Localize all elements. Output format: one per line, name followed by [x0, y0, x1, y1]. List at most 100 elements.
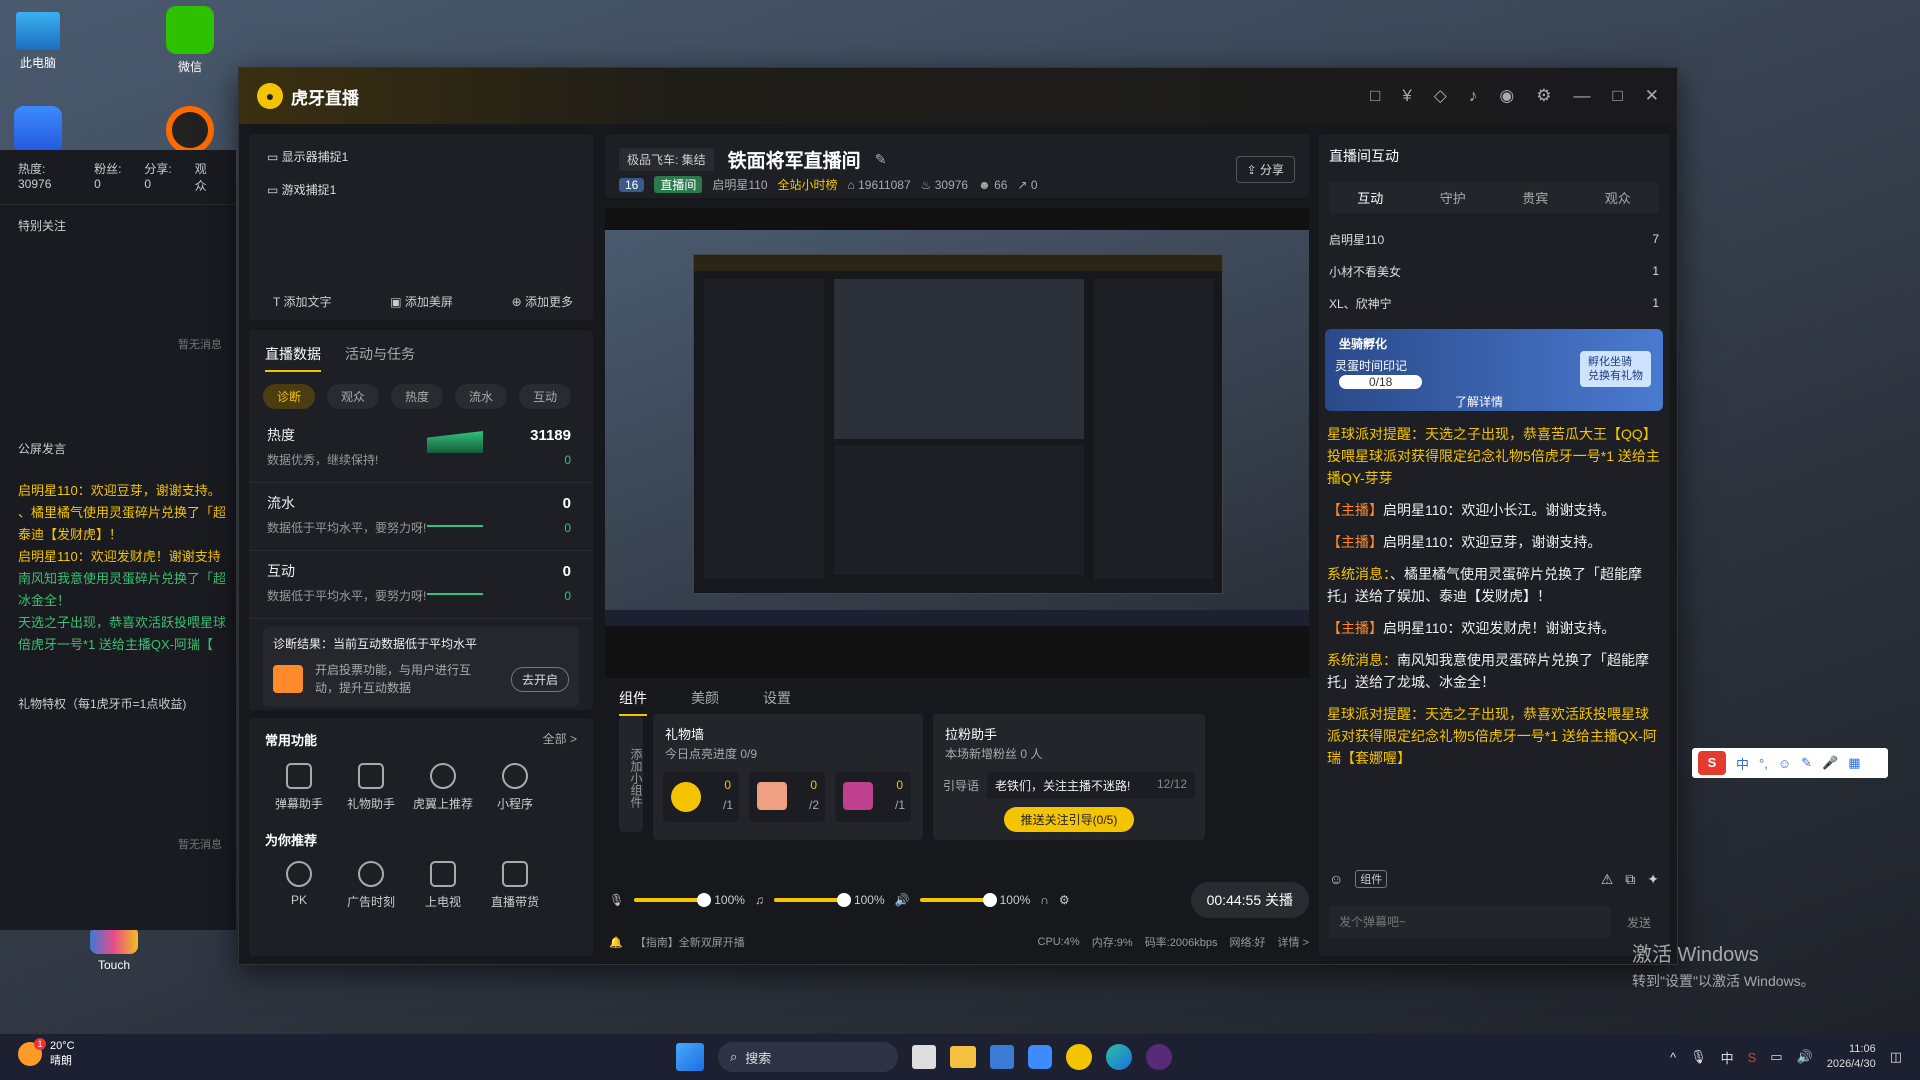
danmu-input[interactable] [1329, 906, 1611, 938]
ime-handwrite-button[interactable]: ✎ [1801, 755, 1812, 771]
bell-icon[interactable]: ♪ [1469, 86, 1478, 106]
ime-mode-button[interactable]: 中 [1736, 754, 1749, 773]
pk-button[interactable]: PK [263, 861, 335, 910]
tab-components[interactable]: 组件 [619, 688, 647, 716]
mount-hatch-banner[interactable]: 坐骑孵化 灵蛋时间印记 0/18 孵化坐骑 兑换有礼物 了解详情 [1325, 329, 1663, 411]
gift-helper-button[interactable]: 礼物助手 [335, 763, 407, 812]
notification-icon[interactable]: ◫ [1890, 1049, 1902, 1065]
danmu-helper-button[interactable]: 弹幕助手 [263, 763, 335, 812]
tv-button[interactable]: 上电视 [407, 861, 479, 910]
tab-interact[interactable]: 互动 [1357, 188, 1383, 207]
add-more-button[interactable]: ⊕ 添加更多 [512, 293, 573, 310]
recommend-button[interactable]: 虎翼上推荐 [407, 763, 479, 812]
tab-live-data[interactable]: 直播数据 [265, 344, 321, 372]
touch-taskbar-icon[interactable] [1146, 1044, 1172, 1070]
close-button[interactable]: ✕ [1645, 86, 1659, 106]
warning-icon[interactable]: ⚠ [1601, 871, 1614, 888]
edit-title-icon[interactable]: ✎ [875, 151, 887, 168]
music-icon[interactable]: ♫ [755, 893, 764, 907]
tray-volume-icon[interactable]: 🔊 [1797, 1049, 1813, 1065]
ad-time-button[interactable]: 广告时刻 [335, 861, 407, 910]
coin-icon[interactable]: ¥ [1402, 86, 1411, 106]
tray-sogou-icon[interactable]: S [1748, 1050, 1757, 1065]
gift-slot[interactable]: 0 /1 [835, 772, 911, 822]
pill-audience[interactable]: 观众 [327, 384, 380, 409]
stop-live-button[interactable]: 00:44:55 关播 [1190, 882, 1309, 918]
gift-slot[interactable]: 0 /1 [663, 772, 739, 822]
pill-interaction[interactable]: 互动 [519, 384, 572, 409]
music-volume-slider[interactable] [773, 893, 851, 907]
edge-icon[interactable] [1106, 1044, 1132, 1070]
minimize-button[interactable]: — [1573, 86, 1590, 106]
source-item[interactable]: ▭ 显示器捕捉1 [267, 148, 575, 165]
tray-ime-icon[interactable]: 中 [1721, 1048, 1734, 1067]
diagnosis-title: 诊断结果：当前互动数据低于平均水平 [273, 637, 478, 651]
settings-gear-icon[interactable]: ⚙ [1536, 86, 1551, 106]
enable-vote-button[interactable]: 去开启 [510, 667, 569, 692]
weather-widget[interactable]: 1 20°C 晴朗 [18, 1038, 75, 1068]
headset-icon[interactable]: ∩ [1040, 893, 1049, 907]
send-button[interactable]: 发送 [1619, 914, 1659, 931]
emoji-icon[interactable]: ☺ [1329, 871, 1343, 887]
popout-icon[interactable]: ⧉ [1625, 871, 1635, 888]
tray-network-icon[interactable]: ▭ [1770, 1049, 1782, 1065]
add-text-button[interactable]: T 添加文字 [273, 293, 331, 310]
effects-icon[interactable]: ✦ [1647, 871, 1659, 888]
rank-row[interactable]: XL、欣神宁 1 [1329, 287, 1659, 319]
rank-row[interactable]: 启明星110 7 [1329, 223, 1659, 255]
ime-toolbar: S 中 °, ☺ ✎ 🎤 ▦ [1692, 748, 1888, 778]
avatar[interactable]: ◉ [1499, 86, 1514, 106]
detail-link[interactable]: 详情 > [1278, 934, 1309, 950]
add-widget-button[interactable]: 添加小组件 [619, 716, 643, 832]
mini-program-button[interactable]: 小程序 [479, 763, 551, 812]
pill-heat[interactable]: 热度 [391, 384, 444, 409]
guide-tip[interactable]: 【指南】全新双屏开播 [635, 934, 745, 950]
mic-volume-slider[interactable] [634, 893, 712, 907]
share-button[interactable]: ⇪ 分享 [1235, 156, 1295, 183]
component-button[interactable]: 组件 [1355, 870, 1388, 888]
tray-mic-icon[interactable]: 🎙 [1690, 1049, 1707, 1065]
tab-viewers[interactable]: 观众 [1605, 188, 1631, 207]
speaker-icon[interactable]: 🔊 [895, 893, 910, 907]
speaker-volume-slider[interactable] [919, 893, 997, 907]
add-beauty-button[interactable]: ▣ 添加美屏 [390, 293, 453, 310]
maximize-button[interactable]: □ [1612, 86, 1622, 106]
desktop-icon-wechat[interactable]: 微信 [150, 6, 230, 75]
desktop-icon-touch[interactable]: Touch [74, 926, 154, 972]
guide-text-input[interactable]: 老铁们，关注主播不迷路! 12/12 [987, 772, 1195, 799]
start-button[interactable] [676, 1043, 704, 1071]
calendar-icon[interactable]: □ [1370, 86, 1380, 106]
tab-guard[interactable]: 守护 [1440, 188, 1466, 207]
desktop-icon-this-pc[interactable]: 此电脑 [0, 8, 78, 71]
pill-diagnose[interactable]: 诊断 [263, 384, 316, 409]
sogou-logo-icon[interactable]: S [1698, 751, 1726, 775]
clock[interactable]: 11:06 2026/4/30 [1827, 1042, 1876, 1072]
show-all-link[interactable]: 全部 > [543, 730, 577, 749]
tab-vip[interactable]: 贵宾 [1522, 188, 1548, 207]
tab-activities[interactable]: 活动与任务 [345, 344, 415, 372]
huya-taskbar-icon[interactable] [1066, 1044, 1092, 1070]
ime-voice-button[interactable]: 🎤 [1822, 755, 1838, 771]
gift-slot[interactable]: 0 /2 [749, 772, 825, 822]
tab-beauty[interactable]: 美颜 [691, 688, 719, 716]
file-explorer-icon[interactable] [950, 1046, 976, 1068]
live-shop-button[interactable]: 直播带货 [479, 861, 551, 910]
rank-row[interactable]: 小材不看美女 1 [1329, 255, 1659, 287]
category-tag[interactable]: 极品飞车: 集结 [619, 148, 714, 171]
audio-settings-icon[interactable]: ⚙ [1059, 893, 1070, 907]
diamond-icon[interactable]: ◇ [1434, 86, 1447, 106]
pill-revenue[interactable]: 流水 [455, 384, 508, 409]
tray-chevron-icon[interactable]: ^ [1670, 1050, 1676, 1065]
mic-icon[interactable]: 🎙 [609, 893, 624, 907]
ime-emoji-button[interactable]: ☺ [1778, 756, 1791, 771]
task-view-icon[interactable] [912, 1045, 936, 1069]
taskbar-search[interactable]: ⌕ 搜索 [718, 1042, 898, 1072]
source-item[interactable]: ▭ 游戏捕捉1 [267, 181, 575, 198]
store-icon[interactable] [990, 1045, 1014, 1069]
tab-settings[interactable]: 设置 [763, 688, 791, 716]
app-m-taskbar-icon[interactable] [1028, 1045, 1052, 1069]
ime-punct-button[interactable]: °, [1759, 756, 1768, 771]
ime-toolbox-button[interactable]: ▦ [1848, 755, 1860, 771]
rank-link[interactable]: 全站小时榜 [778, 176, 838, 193]
push-follow-button[interactable]: 推送关注引导(0/5) [1004, 807, 1134, 832]
